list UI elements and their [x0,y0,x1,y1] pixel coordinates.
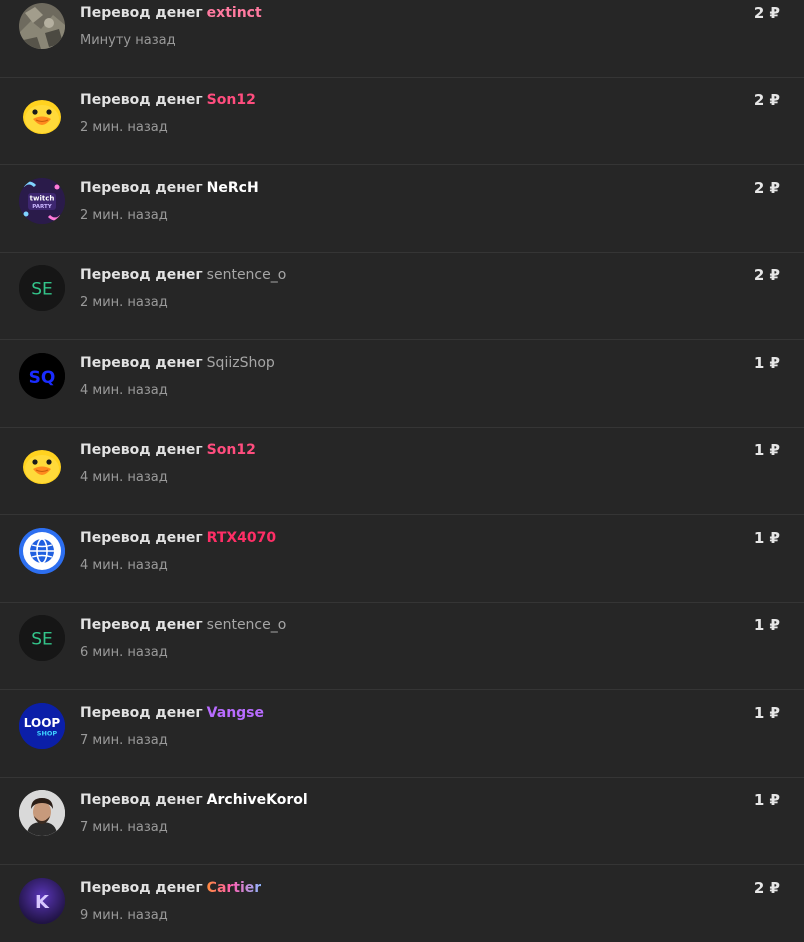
transaction-row[interactable]: Перевод денег Son12 4 мин. назад 1 ₽ [0,428,804,515]
transaction-row[interactable]: Перевод денег Son12 2 мин. назад 2 ₽ [0,78,804,165]
username-link[interactable]: ArchiveKorol [207,792,308,808]
transaction-title: Перевод денег Son12 [80,440,256,460]
transaction-row[interactable]: Перевод денег RTX4070 4 мин. назад 1 ₽ [0,516,804,603]
transaction-amount: 1 ₽ [753,616,780,634]
transaction-label: Перевод денег [80,92,203,108]
transaction-amount: 1 ₽ [753,354,780,372]
sq-text: SQ [29,368,56,388]
transaction-label: Перевод денег [80,442,203,458]
transaction-label: Перевод денег [80,180,203,196]
twitch-party-avatar-icon: twitch PARTY [19,178,65,224]
shop-text: SHOP [37,730,58,738]
transaction-time: Минуту назад [80,33,176,48]
transaction-label: Перевод денег [80,355,203,371]
transaction-amount: 2 ₽ [753,179,780,197]
username-link[interactable]: SqiizShop [207,355,275,371]
transaction-amount: 1 ₽ [753,441,780,459]
transaction-title: Перевод денег Vangse [80,703,264,723]
transaction-title: Перевод денег Cartier [80,878,261,898]
transaction-row[interactable]: LOOP SHOP Перевод денег Vangse 7 мин. наз… [0,691,804,778]
username-link[interactable]: sentence_o [207,617,287,633]
twitch-text: twitch [30,195,55,203]
transaction-label: Перевод денег [80,5,203,21]
transaction-amount: 2 ₽ [753,91,780,109]
transaction-row[interactable]: Перевод денег extinct Минуту назад 2 ₽ [0,0,804,78]
transaction-row[interactable]: K Перевод денег Cartier 9 мин. назад 2 ₽ [0,866,804,942]
transaction-time: 7 мин. назад [80,820,168,835]
transaction-time: 2 мин. назад [80,295,168,310]
transaction-label: Перевод денег [80,267,203,283]
sq-avatar-icon: SQ [19,353,65,399]
transaction-time: 2 мин. назад [80,120,168,135]
transaction-label: Перевод денег [80,530,203,546]
duck-avatar-icon [19,440,65,486]
transaction-label: Перевод денег [80,880,203,896]
se-text: SE [31,280,53,300]
username-link[interactable]: sentence_o [207,267,287,283]
transaction-amount: 2 ₽ [753,4,780,22]
se-avatar-icon: SE [19,615,65,661]
transaction-title: Перевод денег SqiizShop [80,353,275,373]
transaction-time: 4 мин. назад [80,470,168,485]
transaction-row[interactable]: SQ Перевод денег SqiizShop 4 мин. назад 1… [0,341,804,428]
transaction-time: 6 мин. назад [80,645,168,660]
transaction-row[interactable]: twitch PARTY Перевод денег NeRcH 2 мин. н… [0,166,804,253]
username-link[interactable]: NeRcH [207,180,259,196]
username-link[interactable]: Cartier [207,880,262,896]
transaction-title: Перевод денег sentence_o [80,615,286,635]
transaction-time: 2 мин. назад [80,208,168,223]
transaction-title: Перевод денег Son12 [80,90,256,110]
transaction-row[interactable]: SE Перевод денег sentence_o 2 мин. назад … [0,253,804,340]
transaction-amount: 1 ₽ [753,529,780,547]
photo-avatar-icon [19,3,65,49]
transaction-amount: 2 ₽ [753,266,780,284]
person-avatar-icon [19,790,65,836]
transaction-time: 9 мин. назад [80,908,168,923]
username-link[interactable]: Vangse [207,705,264,721]
loop-text: LOOP [24,716,61,730]
transaction-title: Перевод денег NeRcH [80,178,259,198]
se-avatar-icon: SE [19,265,65,311]
username-link[interactable]: extinct [207,5,262,21]
username-link[interactable]: RTX4070 [207,530,276,546]
transaction-title: Перевод денег extinct [80,3,262,23]
transaction-time: 4 мин. назад [80,383,168,398]
transaction-label: Перевод денег [80,792,203,808]
transaction-row[interactable]: SE Перевод денег sentence_o 6 мин. назад … [0,603,804,690]
party-text: PARTY [32,204,53,210]
transaction-time: 7 мин. назад [80,733,168,748]
username-link[interactable]: Son12 [207,92,256,108]
se-text: SE [31,630,53,650]
transaction-title: Перевод денег RTX4070 [80,528,276,548]
k-avatar-icon: K [19,878,65,924]
transaction-row[interactable]: Перевод денег ArchiveKorol 7 мин. назад 1… [0,778,804,865]
transaction-amount: 2 ₽ [753,879,780,897]
username-link[interactable]: Son12 [207,442,256,458]
globe-avatar-icon [19,528,65,574]
transaction-label: Перевод денег [80,617,203,633]
transaction-feed: Перевод денег extinct Минуту назад 2 ₽ Пе… [0,0,804,942]
transaction-title: Перевод денег ArchiveKorol [80,790,308,810]
duck-avatar-icon [19,90,65,136]
transaction-amount: 1 ₽ [753,704,780,722]
transaction-label: Перевод денег [80,705,203,721]
transaction-amount: 1 ₽ [753,791,780,809]
k-text: K [35,892,50,913]
loop-shop-avatar-icon: LOOP SHOP [19,703,65,749]
transaction-time: 4 мин. назад [80,558,168,573]
transaction-title: Перевод денег sentence_o [80,265,286,285]
